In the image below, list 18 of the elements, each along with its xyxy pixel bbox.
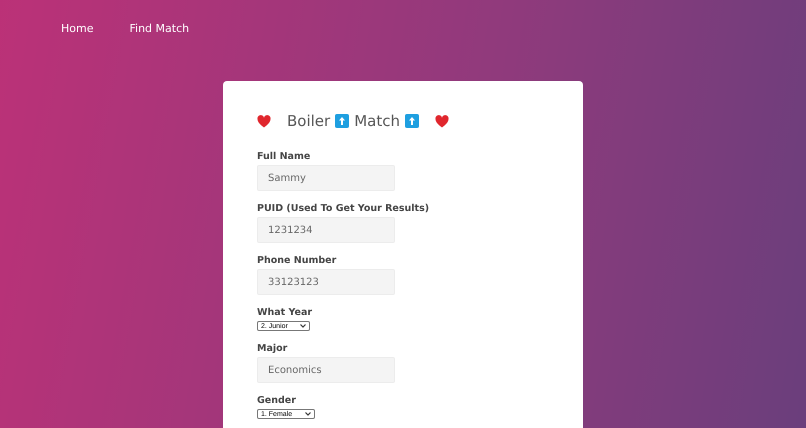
- field-label: Gender: [257, 395, 297, 406]
- caret-icon: [300, 324, 306, 328]
- nav-link[interactable]: Home: [61, 22, 94, 59]
- field-label: PUID (Used To Get Your Results): [257, 203, 430, 214]
- text-field[interactable]: Sammy: [257, 165, 395, 191]
- text-field[interactable]: 33123123: [257, 269, 395, 295]
- field-label: Major: [257, 343, 288, 354]
- form-title: Boiler: [287, 112, 330, 130]
- field-label: Phone Number: [257, 255, 338, 266]
- form-title: Match: [354, 112, 400, 130]
- text-field[interactable]: 1231234: [257, 217, 395, 243]
- heart-icon: [434, 114, 449, 128]
- field-label: Full Name: [257, 151, 312, 162]
- caret-icon: [305, 412, 311, 416]
- field-label: What Year: [257, 307, 314, 318]
- text-field[interactable]: Economics: [257, 357, 395, 383]
- heart-icon: [257, 114, 271, 128]
- nav-link[interactable]: Find Match: [129, 22, 190, 59]
